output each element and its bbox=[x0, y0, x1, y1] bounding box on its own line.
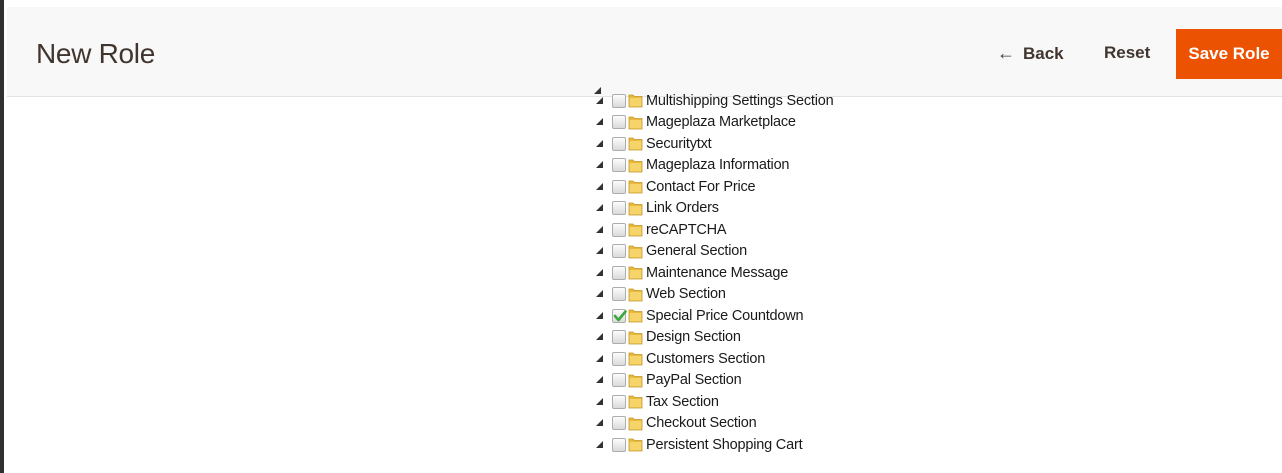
tree-item-label[interactable]: Link Orders bbox=[646, 200, 719, 216]
tree-item[interactable]: Maintenance Message bbox=[594, 262, 833, 284]
tree-item-label[interactable]: Checkout Section bbox=[646, 415, 757, 431]
checkbox[interactable] bbox=[612, 222, 626, 237]
tree-item[interactable]: Mageplaza Information bbox=[594, 155, 833, 177]
checkbox[interactable] bbox=[612, 373, 626, 388]
checkbox[interactable] bbox=[612, 179, 626, 194]
checkbox[interactable] bbox=[612, 437, 626, 452]
folder-icon bbox=[628, 265, 643, 280]
checkbox[interactable] bbox=[612, 115, 626, 130]
checkbox[interactable] bbox=[612, 416, 626, 431]
tree-item-label[interactable]: Mageplaza Marketplace bbox=[646, 114, 796, 130]
save-role-button[interactable]: Save Role bbox=[1176, 29, 1282, 79]
tree-item[interactable]: Tax Section bbox=[594, 391, 833, 413]
triangle-expanded-icon[interactable] bbox=[594, 418, 606, 428]
tree-item[interactable]: Securitytxt bbox=[594, 133, 833, 155]
tree-item-label[interactable]: Maintenance Message bbox=[646, 265, 788, 281]
triangle-expanded-icon[interactable] bbox=[594, 332, 606, 342]
tree-item[interactable]: Special Price Countdown bbox=[594, 305, 833, 327]
tree-item-label[interactable]: Customers Section bbox=[646, 351, 765, 367]
checkbox[interactable] bbox=[612, 244, 626, 259]
triangle-expanded-icon[interactable] bbox=[594, 203, 606, 213]
tree-item-label[interactable]: Special Price Countdown bbox=[646, 308, 804, 324]
folder-icon bbox=[628, 222, 643, 237]
triangle-expanded-icon[interactable] bbox=[594, 182, 606, 192]
page-title: New Role bbox=[36, 38, 155, 69]
tree-item-label[interactable]: PayPal Section bbox=[646, 372, 742, 388]
folder-icon bbox=[628, 287, 643, 302]
page-header: New Role ← Back Reset Save Role bbox=[7, 7, 1282, 97]
arrow-left-icon: ← bbox=[997, 43, 1015, 63]
tree-item-label[interactable]: reCAPTCHA bbox=[646, 222, 727, 238]
triangle-expanded-icon[interactable] bbox=[594, 311, 606, 321]
folder-icon bbox=[628, 244, 643, 259]
checkbox[interactable] bbox=[612, 158, 626, 173]
reset-button[interactable]: Reset bbox=[1104, 43, 1150, 63]
tree-item-label[interactable]: Mageplaza Information bbox=[646, 157, 790, 173]
triangle-expanded-icon[interactable] bbox=[594, 117, 606, 127]
tree-item[interactable]: Customers Section bbox=[594, 348, 833, 370]
folder-icon bbox=[628, 394, 643, 409]
tree-item-label[interactable]: General Section bbox=[646, 243, 747, 259]
checkbox[interactable] bbox=[612, 136, 626, 151]
folder-icon bbox=[628, 330, 643, 345]
folder-icon bbox=[628, 373, 643, 388]
checkbox[interactable] bbox=[612, 351, 626, 366]
back-button-label: Back bbox=[1023, 43, 1064, 63]
folder-icon bbox=[628, 115, 643, 130]
triangle-expanded-icon[interactable] bbox=[594, 160, 606, 170]
tree-item[interactable]: Multishipping Settings Section bbox=[594, 90, 834, 112]
triangle-expanded-icon[interactable] bbox=[594, 440, 606, 450]
folder-icon bbox=[628, 179, 643, 194]
folder-icon bbox=[628, 308, 643, 323]
triangle-expanded-icon[interactable] bbox=[594, 375, 606, 385]
triangle-expanded-icon[interactable] bbox=[594, 139, 606, 149]
folder-icon bbox=[628, 201, 643, 216]
checkbox[interactable] bbox=[612, 287, 626, 302]
tree-item-label[interactable]: Web Section bbox=[646, 286, 726, 302]
checkbox[interactable] bbox=[612, 265, 626, 280]
tree-item-label[interactable]: Tax Section bbox=[646, 394, 719, 410]
checkmark-icon bbox=[613, 309, 627, 322]
tree-item[interactable]: General Section bbox=[594, 241, 833, 263]
folder-icon bbox=[628, 93, 643, 108]
role-resources-tree: Multishipping Settings Section Mageplaza … bbox=[594, 90, 834, 456]
checkbox-checked[interactable] bbox=[612, 308, 627, 323]
tree-item[interactable]: Checkout Section bbox=[594, 413, 833, 435]
checkbox[interactable] bbox=[612, 394, 626, 409]
tree-item[interactable]: Contact For Price bbox=[594, 176, 833, 198]
tree-item-label[interactable]: Design Section bbox=[646, 329, 741, 345]
folder-icon bbox=[628, 416, 643, 431]
tree-item-label[interactable]: Securitytxt bbox=[646, 136, 712, 152]
folder-icon bbox=[628, 351, 643, 366]
tree-item[interactable]: Web Section bbox=[594, 284, 833, 306]
tree-item[interactable]: reCAPTCHA bbox=[594, 219, 833, 241]
triangle-expanded-icon[interactable] bbox=[594, 246, 606, 256]
triangle-expanded-icon[interactable] bbox=[594, 354, 606, 364]
tree-item[interactable]: Link Orders bbox=[594, 198, 833, 220]
checkbox[interactable] bbox=[612, 93, 626, 108]
tree-item-label[interactable]: Contact For Price bbox=[646, 179, 756, 195]
tree-item[interactable]: Persistent Shopping Cart bbox=[594, 434, 833, 456]
triangle-expanded-icon[interactable] bbox=[594, 397, 606, 407]
folder-icon bbox=[628, 437, 643, 452]
triangle-expanded-icon[interactable] bbox=[594, 225, 606, 235]
tree-item-label[interactable]: Persistent Shopping Cart bbox=[646, 437, 803, 453]
folder-icon bbox=[628, 158, 643, 173]
checkbox[interactable] bbox=[612, 330, 626, 345]
tree-item[interactable]: PayPal Section bbox=[594, 370, 833, 392]
triangle-expanded-icon[interactable] bbox=[594, 268, 606, 278]
left-edge-rule bbox=[0, 0, 4, 473]
triangle-expanded-icon[interactable] bbox=[594, 96, 606, 106]
triangle-expanded-icon[interactable] bbox=[594, 289, 606, 299]
tree-item[interactable]: Mageplaza Marketplace bbox=[594, 112, 833, 134]
tree-item[interactable]: Design Section bbox=[594, 327, 833, 349]
checkbox[interactable] bbox=[612, 201, 626, 216]
folder-icon bbox=[628, 136, 643, 151]
tree-item-label[interactable]: Multishipping Settings Section bbox=[646, 93, 834, 109]
back-button[interactable]: ← Back bbox=[997, 43, 1064, 64]
